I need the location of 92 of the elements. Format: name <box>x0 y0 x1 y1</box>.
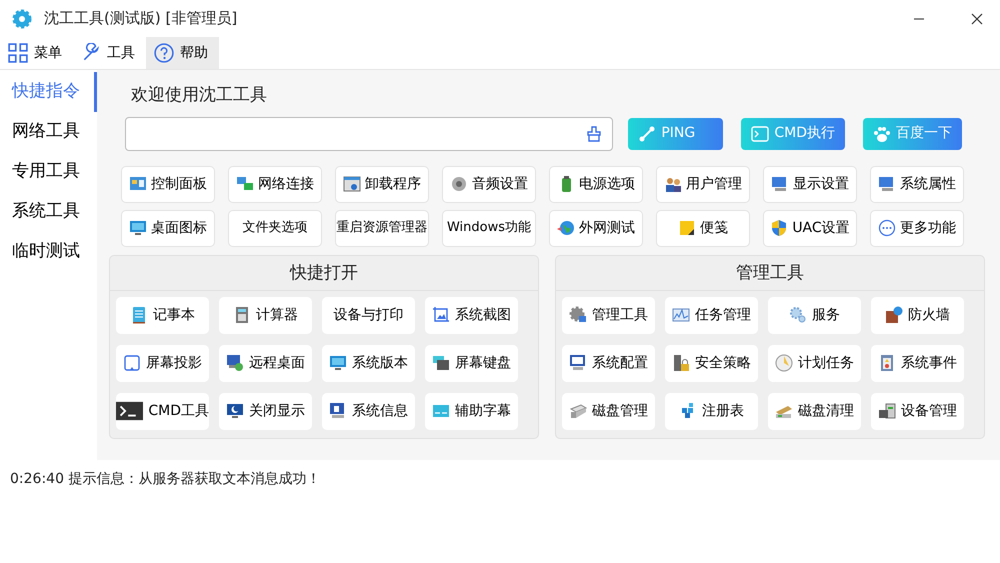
sidebar-item[interactable]: 临时测试 <box>0 232 97 272</box>
sidebar-item[interactable]: 快捷指令 <box>0 72 97 112</box>
command-button[interactable]: 电源选项 <box>549 166 643 202</box>
projection-icon <box>123 354 141 372</box>
chart-icon <box>672 306 690 324</box>
link-icon <box>638 124 656 142</box>
computer-icon <box>569 354 587 372</box>
command-button[interactable]: 控制面板 <box>121 166 215 202</box>
gears-icon <box>789 306 807 324</box>
tool-button[interactable]: 屏幕键盘 <box>425 344 518 382</box>
command-button[interactable]: 便笺 <box>656 210 750 246</box>
command-button[interactable]: 外网测试 <box>549 210 643 246</box>
network-icon <box>236 175 254 193</box>
command-button[interactable]: 桌面图标 <box>121 210 215 246</box>
tool-button[interactable]: 磁盘清理 <box>768 392 861 430</box>
sidebar-item[interactable]: 专用工具 <box>0 152 97 192</box>
command-button[interactable]: UAC设置 <box>763 210 857 246</box>
tool-button[interactable]: 注册表 <box>665 392 758 430</box>
tool-button[interactable]: 管理工具 <box>562 296 655 334</box>
computer-icon <box>329 402 347 420</box>
tool-button[interactable]: 设备与打印 <box>322 296 415 334</box>
clock-icon <box>775 354 793 372</box>
tool-button[interactable]: 关闭显示 <box>219 392 312 430</box>
tool-button[interactable]: 计划任务 <box>768 344 861 382</box>
command-button[interactable]: Windows功能 <box>442 210 536 246</box>
close-icon <box>971 12 983 24</box>
tool-button[interactable]: 系统信息 <box>322 392 415 430</box>
menu-item[interactable]: 帮助 <box>146 37 219 69</box>
tool-button[interactable]: 系统截图 <box>425 296 518 334</box>
tool-button[interactable]: 辅助字幕 <box>425 392 518 430</box>
command-button[interactable]: 音频设置 <box>442 166 536 202</box>
keyboard-icon <box>432 354 450 372</box>
command-button[interactable]: 文件夹选项 <box>228 210 322 246</box>
sidebar-item[interactable]: 网络工具 <box>0 112 97 152</box>
users-icon <box>664 175 682 193</box>
control-panel-icon <box>129 175 147 193</box>
paw-icon <box>873 124 891 142</box>
tool-button[interactable]: 记事本 <box>116 296 209 334</box>
command-button[interactable]: 网络连接 <box>228 166 322 202</box>
welcome-heading: 欢迎使用沈工工具 <box>131 84 268 107</box>
sticky-note-icon <box>678 219 696 237</box>
terminal-icon <box>751 124 770 142</box>
gear-icon <box>569 306 587 324</box>
window-title: 沈工工具(测试版) [非管理员] <box>44 8 238 30</box>
tool-button[interactable]: 磁盘管理 <box>562 392 655 430</box>
command-button[interactable]: 重启资源管理器 <box>335 210 429 246</box>
grid-icon <box>8 43 28 63</box>
notepad-icon <box>130 306 148 324</box>
program-window-icon <box>343 175 361 193</box>
tool-button[interactable]: 设备管理 <box>871 392 964 430</box>
tool-button[interactable]: 系统配置 <box>562 344 655 382</box>
computer-icon <box>771 175 789 193</box>
shield-icon <box>770 219 788 237</box>
wrench-icon <box>81 43 101 63</box>
help-icon <box>154 43 174 63</box>
menu-item[interactable]: 菜单 <box>0 37 73 69</box>
tool-button[interactable]: 计算器 <box>219 296 312 334</box>
tool-button[interactable]: 远程桌面 <box>219 344 312 382</box>
globe-icon <box>557 219 575 237</box>
command-button[interactable]: 用户管理 <box>656 166 750 202</box>
broom-icon[interactable] <box>586 126 602 142</box>
tool-button[interactable]: 安全策略 <box>665 344 758 382</box>
tool-button[interactable]: CMD工具 <box>116 392 209 430</box>
gear-icon <box>12 8 32 28</box>
screenshot-icon <box>432 306 450 324</box>
more-icon <box>878 219 896 237</box>
tool-button[interactable]: 任务管理 <box>665 296 758 334</box>
menu-item[interactable]: 工具 <box>73 37 146 69</box>
monitor-icon <box>329 354 347 372</box>
command-field[interactable] <box>125 116 613 150</box>
panel-title: 快捷打开 <box>110 256 538 290</box>
remote-desktop-icon <box>226 354 244 372</box>
command-button[interactable]: 卸载程序 <box>335 166 429 202</box>
panel-title: 管理工具 <box>556 256 984 290</box>
command-button[interactable]: 显示设置 <box>763 166 857 202</box>
computer-icon <box>878 175 896 193</box>
calculator-icon <box>233 306 251 324</box>
tool-button[interactable]: 系统版本 <box>322 344 415 382</box>
tool-button[interactable]: 系统事件 <box>871 344 964 382</box>
tool-button[interactable]: 防火墙 <box>871 296 964 334</box>
sidebar-item[interactable]: 系统工具 <box>0 192 97 232</box>
status-message: 0:26:40 提示信息：从服务器获取文本消息成功！ <box>9 470 322 489</box>
server-lock-icon <box>672 354 690 372</box>
device-icon <box>878 402 896 420</box>
command-button[interactable]: 更多功能 <box>870 210 964 246</box>
tool-button[interactable]: 服务 <box>768 296 861 334</box>
tool-button[interactable]: 屏幕投影 <box>116 344 209 382</box>
monitor-icon <box>129 219 147 237</box>
caption-icon <box>432 402 450 420</box>
monitor-icon <box>226 402 244 420</box>
command-button[interactable]: 系统属性 <box>870 166 964 202</box>
speaker-icon <box>450 175 468 193</box>
